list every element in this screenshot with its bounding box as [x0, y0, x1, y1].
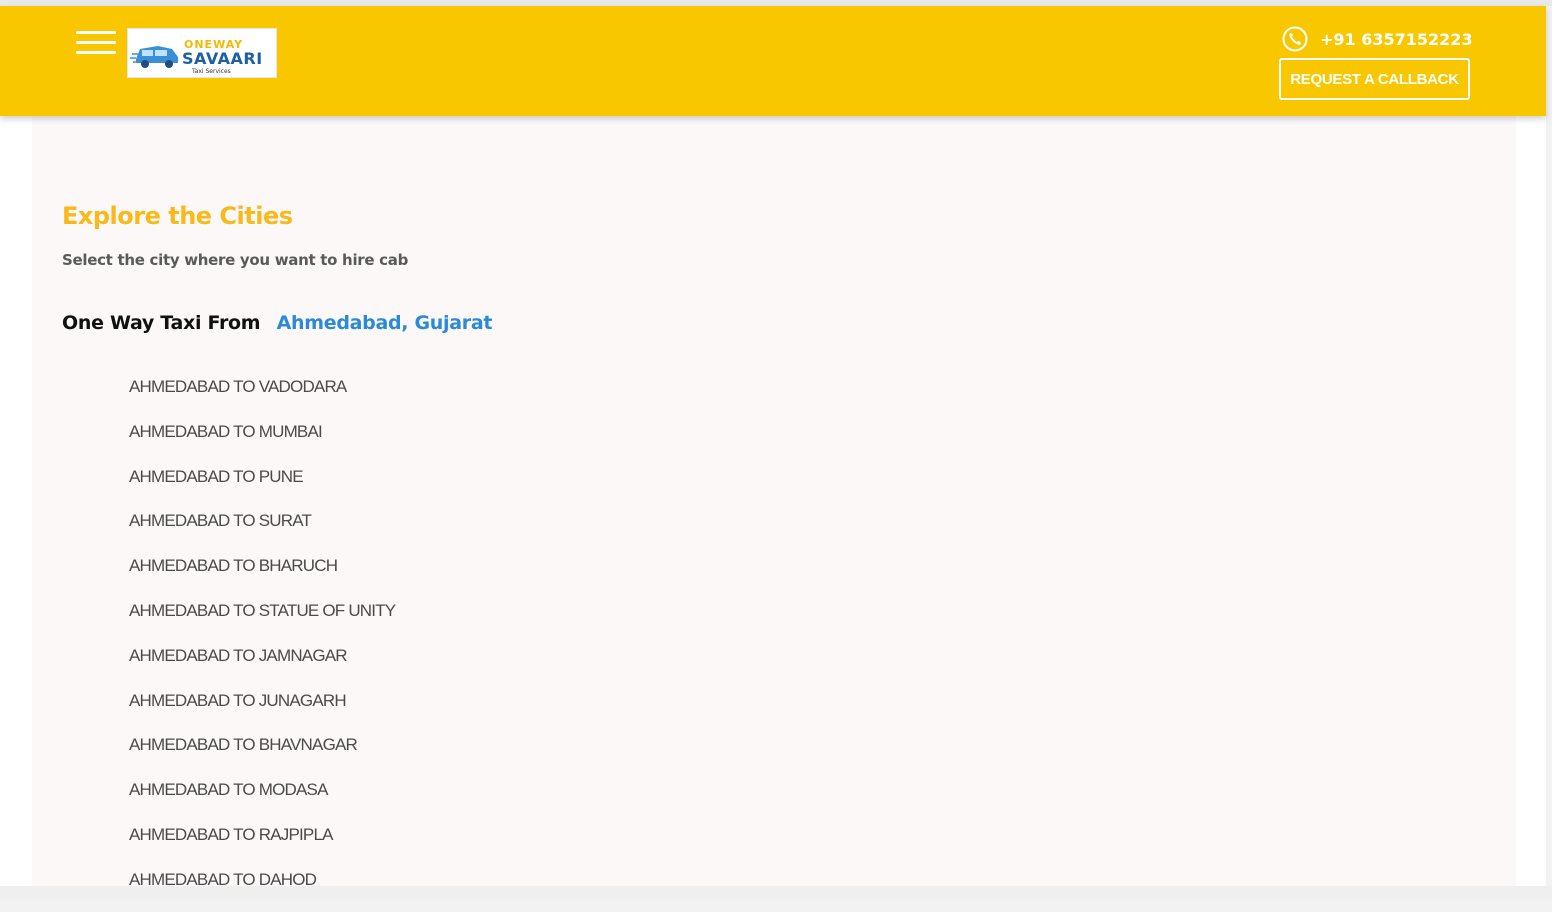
- hamburger-menu-icon[interactable]: [76, 31, 116, 57]
- page-title: Explore the Cities: [62, 202, 293, 230]
- from-label: One Way Taxi From: [62, 312, 261, 334]
- route-link[interactable]: AHMEDABAD TO BHAVNAGAR: [129, 732, 395, 777]
- route-link[interactable]: AHMEDABAD TO BHARUCH: [129, 553, 395, 598]
- route-link[interactable]: AHMEDABAD TO VADODARA: [129, 374, 395, 419]
- main-content: Explore the Cities Select the city where…: [32, 116, 1516, 889]
- site-header: ONEWAY SAVAARI Taxi Services +91 6357152…: [0, 6, 1546, 116]
- request-callback-button[interactable]: REQUEST A CALLBACK: [1279, 58, 1470, 100]
- svg-text:SAVAARI: SAVAARI: [182, 49, 263, 68]
- site-logo[interactable]: ONEWAY SAVAARI Taxi Services: [127, 28, 277, 78]
- route-link[interactable]: AHMEDABAD TO MODASA: [129, 777, 395, 822]
- route-link[interactable]: AHMEDABAD TO JAMNAGAR: [129, 643, 395, 688]
- route-link[interactable]: AHMEDABAD TO SURAT: [129, 508, 395, 553]
- oneway-savaari-logo: ONEWAY SAVAARI Taxi Services: [130, 38, 263, 75]
- phone-number[interactable]: +91 6357152223: [1320, 30, 1473, 49]
- phone-icon: [1282, 26, 1308, 52]
- from-city-heading: One Way Taxi From Ahmedabad, Gujarat: [62, 312, 492, 334]
- from-city-link[interactable]: Ahmedabad, Gujarat: [277, 312, 493, 334]
- route-link[interactable]: AHMEDABAD TO STATUE OF UNITY: [129, 598, 396, 643]
- route-link[interactable]: AHMEDABAD TO JUNAGARH: [129, 688, 395, 733]
- page-subtitle: Select the city where you want to hire c…: [62, 251, 409, 269]
- phone-contact[interactable]: +91 6357152223: [1282, 25, 1473, 53]
- right-gutter: [1516, 116, 1546, 886]
- route-link[interactable]: AHMEDABAD TO RAJPIPLA: [129, 822, 395, 867]
- left-gutter: [0, 116, 32, 886]
- route-link[interactable]: AHMEDABAD TO DAHOD: [129, 867, 395, 912]
- route-list: AHMEDABAD TO VADODARA AHMEDABAD TO MUMBA…: [129, 374, 396, 912]
- svg-text:Taxi Services: Taxi Services: [191, 68, 231, 75]
- route-link[interactable]: AHMEDABAD TO MUMBAI: [129, 419, 395, 464]
- route-link[interactable]: AHMEDABAD TO PUNE: [129, 464, 395, 509]
